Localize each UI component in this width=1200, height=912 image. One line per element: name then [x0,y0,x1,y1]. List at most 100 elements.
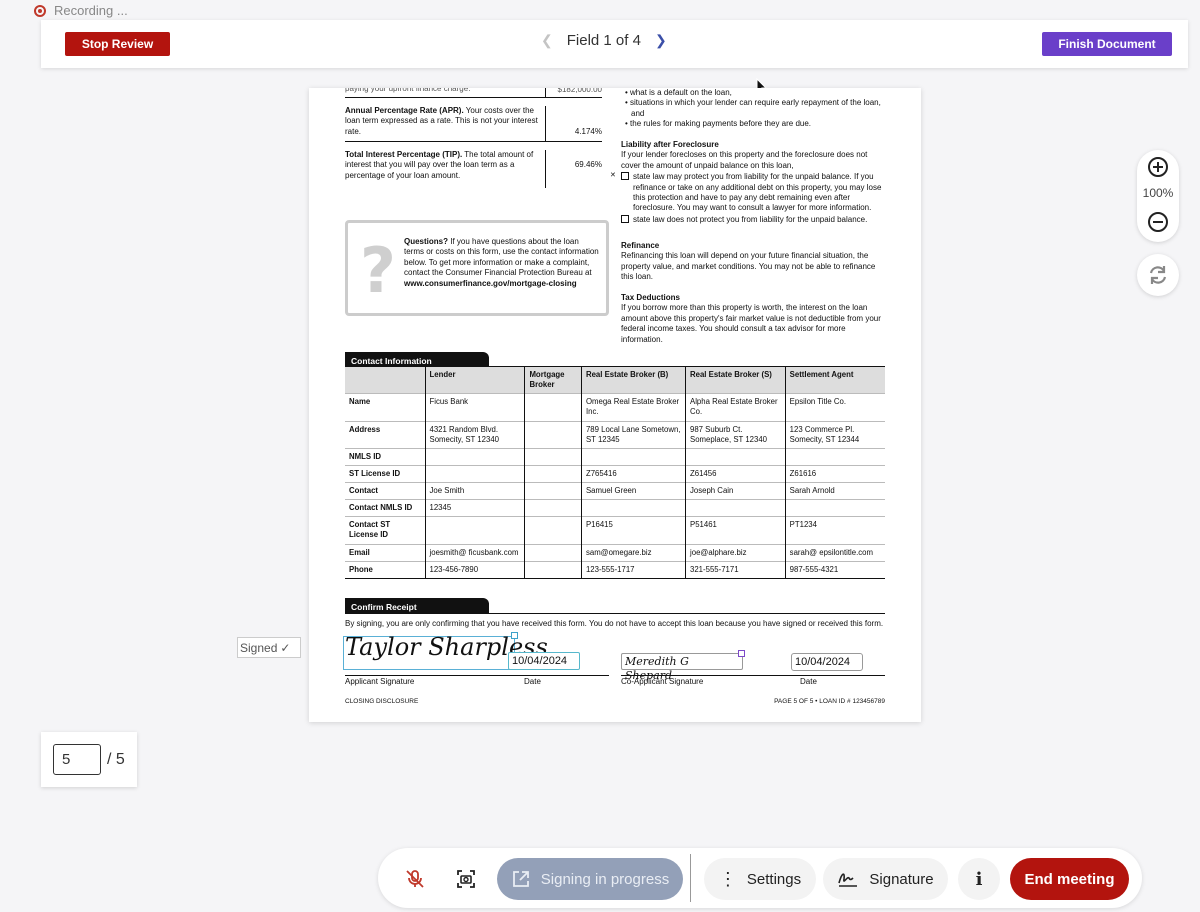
rotate-button[interactable] [1137,254,1179,296]
stop-review-button[interactable]: Stop Review [65,32,170,56]
signing-progress-button[interactable]: Signing in progress [497,858,683,900]
default-bullets: • what is a default on the loan, • situa… [621,88,887,130]
applicant-date-field[interactable]: 10/04/2024 [508,652,580,671]
section-divider [345,613,885,614]
settings-label: Settings [746,870,802,888]
apr-row: Annual Percentage Rate (APR). Your costs… [345,106,602,142]
previous-field-icon[interactable]: ❮ [541,32,553,49]
table-cell [685,447,786,466]
table-cell: joesmith@ ficusbank.com [424,543,525,562]
camera-capture-icon [457,870,475,888]
liability-option-2: state law does not protect you from liab… [621,214,887,225]
tax-title: Tax Deductions [621,293,680,302]
contact-section-title: Contact Information [345,352,489,367]
table-cell [685,499,786,517]
signing-progress-label: Signing in progress [540,870,670,888]
refinance-section: Refinance Refinancing this loan will dep… [621,241,887,283]
recording-indicator: Recording ... [34,3,128,18]
table-cell: Sarah Arnold [784,481,885,500]
tip-title: Total Interest Percentage (TIP). [345,150,463,159]
checkmark-icon: ✓ [280,640,291,655]
microphone-muted-icon [406,870,424,888]
cfpb-link[interactable]: www.consumerfinance.gov/mortgage-closing [404,279,599,289]
table-cell: 4321 Random Blvd. Somecity, ST 12340 [424,420,525,449]
tax-section: Tax Deductions If you borrow more than t… [621,293,887,345]
refresh-icon [1149,266,1167,284]
liability-text: If your lender forecloses on this proper… [621,150,868,170]
table-row: Phone 123-456-7890 123-555-1717 321-555-717… [345,560,885,579]
refinance-title: Refinance [621,241,660,250]
more-vertical-icon: ⋮ [718,869,737,889]
table-row: Contact Joe Smith Samuel Green Joseph Cain S… [345,481,885,500]
table-cell: Joe Smith [424,481,525,500]
table-cell [580,499,686,517]
table-cell: Z61456 [685,464,786,483]
table-cell [524,393,582,421]
info-button[interactable]: i [958,858,1000,900]
end-meeting-button[interactable]: End meeting [1010,858,1129,900]
resize-handle[interactable] [738,650,745,657]
table-cell: 123-555-1717 [580,560,686,579]
signed-label: Signed [240,640,278,655]
row-label: Contact NMLS ID [345,499,425,517]
signature-button[interactable]: Signature [823,858,948,900]
table-cell: Samuel Green [580,481,686,500]
coapplicant-date-field[interactable]: 10/04/2024 [791,653,863,672]
signature-line [621,675,885,676]
contact-column-header: Lender [424,367,525,394]
screenshot-button[interactable] [445,858,487,900]
table-cell [524,543,582,562]
signed-tag: Signed ✓ [237,637,301,658]
row-label: Email [345,543,425,562]
table-cell [580,447,686,466]
signature-line [345,675,609,676]
table-cell: joe@alphare.biz [685,543,786,562]
row-label: Phone [345,560,425,579]
next-field-icon[interactable]: ❯ [655,32,667,49]
table-cell [524,481,582,500]
table-cell [524,447,582,466]
zoom-out-icon[interactable] [1148,212,1168,232]
tip-row: Total Interest Percentage (TIP). The tot… [345,150,602,188]
row-label: Name [345,393,425,421]
table-cell: 987-555-4321 [784,560,885,579]
contact-column-header: Settlement Agent [784,367,885,394]
coapplicant-signature-field[interactable]: Meredith G Shepard [621,653,743,682]
contact-column-header: Mortgage Broker [524,367,582,394]
page-number-input[interactable]: 5 [53,744,101,775]
liability-title: Liability after Foreclosure [621,140,719,149]
table-cell: 789 Local Lane Sometown, ST 12345 [580,420,686,449]
meeting-controls: Signing in progress ⋮ Settings Signature… [378,848,1142,908]
info-icon: i [975,868,983,890]
applicant-signature-label: Applicant Signature [345,677,415,686]
row-label: Address [345,420,425,449]
table-row: Contact ST License ID P16415 P51461 PT1234 [345,516,885,544]
table-cell [524,464,582,483]
finish-document-button[interactable]: Finish Document [1042,32,1172,56]
table-cell [524,420,582,449]
finance-charge-row: paying your upfront finance charge. $182… [345,88,602,98]
confirm-section-title: Confirm Receipt [345,598,489,613]
table-cell: Z765416 [580,464,686,483]
table-row: NMLS ID [345,447,885,466]
coapplicant-signature-label: Co-Applicant Signature [621,677,704,686]
signature-icon [838,873,858,887]
table-cell [424,447,525,466]
contact-column-header [345,367,425,394]
tax-text: If you borrow more than this property is… [621,303,881,344]
settings-button[interactable]: ⋮ Settings [704,858,816,900]
row-label: ST License ID [345,464,425,483]
zoom-in-icon[interactable] [1148,157,1168,177]
tip-value: 69.46% [545,150,602,188]
row-label: Contact ST License ID [345,516,425,544]
table-cell: PT1234 [784,516,885,544]
finance-charge-text: paying your upfront finance charge. [345,88,471,93]
table-cell [524,516,582,544]
mute-button[interactable] [392,858,438,900]
table-cell: Epsilon Title Co. [784,393,885,421]
table-cell: P51461 [685,516,786,544]
checkbox-empty-icon [621,214,629,223]
table-cell: P16415 [580,516,686,544]
table-cell [784,447,885,466]
row-label: Contact [345,481,425,500]
